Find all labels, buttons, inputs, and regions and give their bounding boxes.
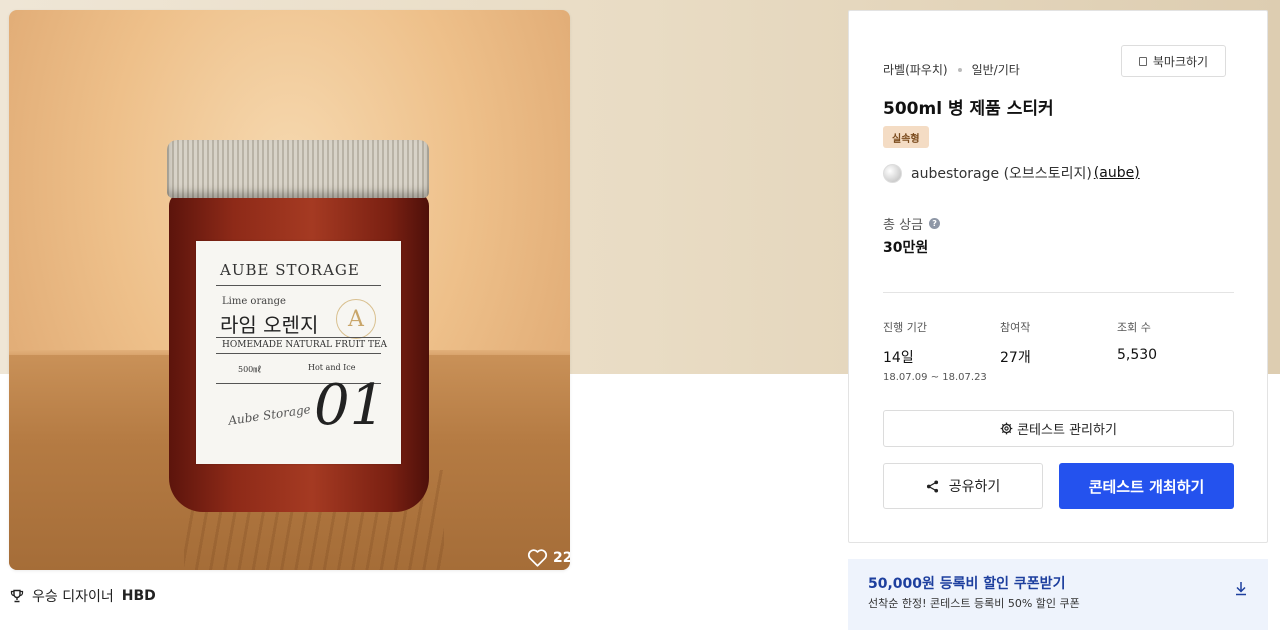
host-contest-button[interactable]: 콘테스트 개최하기 bbox=[1059, 463, 1234, 509]
download-icon[interactable] bbox=[1234, 581, 1248, 596]
stat-entries: 참여작 27개 bbox=[1000, 319, 1031, 367]
stat-period: 18.07.09 ~ 18.07.23 bbox=[883, 372, 987, 383]
winner-info: 우승 디자이너 HBD bbox=[10, 586, 156, 606]
manage-contest-button[interactable]: 콘테스트 관리하기 bbox=[883, 410, 1234, 447]
product-image[interactable]: AUBE STORAGE Lime orange 라임 오렌지 A HOMEMA… bbox=[9, 10, 570, 570]
bookmark-label: 북마크하기 bbox=[1152, 54, 1209, 69]
winner-name[interactable]: HBD bbox=[122, 588, 156, 604]
share-icon bbox=[926, 479, 938, 493]
host-info: aubestorage (오브스토리지) (aube) bbox=[883, 163, 1140, 183]
heart-icon bbox=[527, 549, 548, 567]
label-tagline: HOMEMADE NATURAL FRUIT TEA bbox=[222, 340, 388, 350]
share-label: 공유하기 bbox=[948, 479, 1001, 495]
label-brand: AUBE STORAGE bbox=[220, 261, 360, 279]
label-serve: Hot and Ice bbox=[308, 363, 356, 372]
label-flavor-en: Lime orange bbox=[222, 296, 286, 307]
label-rule bbox=[216, 285, 381, 286]
prize-label-text: 총 상금 bbox=[883, 218, 924, 233]
label-signature: Aube Storage bbox=[227, 402, 312, 428]
label-emblem: A bbox=[336, 299, 376, 339]
host-name: aubestorage (오브스토리지) bbox=[911, 166, 1092, 182]
label-flavor-ko: 라임 오렌지 bbox=[220, 313, 319, 337]
prize-label: 총 상금 ? bbox=[883, 214, 941, 233]
stat-value: 27개 bbox=[1000, 350, 1031, 366]
coupon-title: 50,000원 등록비 할인 쿠폰받기 bbox=[868, 576, 1066, 592]
contest-info-card: 라벨(파우치) 일반/기타 북마크하기 500ml 병 제품 스티커 실속형 a… bbox=[848, 10, 1268, 543]
contest-title: 500ml 병 제품 스티커 bbox=[883, 99, 1054, 119]
breadcrumb: 라벨(파우치) 일반/기타 bbox=[883, 61, 1020, 78]
stat-duration: 진행 기간 14일 18.07.09 ~ 18.07.23 bbox=[883, 319, 987, 383]
gear-icon bbox=[1000, 422, 1013, 435]
type-badge: 실속형 bbox=[883, 126, 929, 148]
stat-label: 참여작 bbox=[1000, 321, 1031, 334]
winner-prefix: 우승 디자이너 bbox=[32, 589, 114, 605]
label-number: 01 bbox=[314, 373, 386, 438]
bookmark-icon bbox=[1138, 56, 1147, 66]
jar-label: AUBE STORAGE Lime orange 라임 오렌지 A HOMEMA… bbox=[196, 241, 401, 464]
stat-views: 조회 수 5,530 bbox=[1117, 319, 1157, 363]
label-rule bbox=[216, 353, 381, 354]
trophy-icon bbox=[10, 589, 24, 603]
jar-lid bbox=[167, 140, 429, 198]
divider bbox=[883, 292, 1234, 293]
stat-label: 조회 수 bbox=[1117, 321, 1151, 334]
stat-value: 5,530 bbox=[1117, 347, 1158, 363]
host-avatar bbox=[883, 163, 902, 183]
prize-value: 30만원 bbox=[883, 240, 929, 256]
breadcrumb-separator bbox=[957, 67, 962, 72]
bookmark-button[interactable]: 북마크하기 bbox=[1121, 45, 1226, 77]
like-count: 22 bbox=[553, 549, 570, 566]
breadcrumb-subcategory[interactable]: 일반/기타 bbox=[972, 61, 1020, 78]
breadcrumb-category[interactable]: 라벨(파우치) bbox=[883, 61, 948, 78]
stat-label: 진행 기간 bbox=[883, 321, 927, 334]
label-size: 500㎖ bbox=[238, 365, 262, 374]
manage-contest-label: 콘테스트 관리하기 bbox=[1017, 423, 1117, 438]
stat-value: 14일 bbox=[883, 350, 914, 366]
help-icon[interactable]: ? bbox=[929, 218, 941, 229]
coupon-banner[interactable]: 50,000원 등록비 할인 쿠폰받기 선착순 한정! 콘테스트 등록비 50%… bbox=[848, 559, 1268, 630]
coupon-description: 선착순 한정! 콘테스트 등록비 50% 할인 쿠폰 bbox=[868, 597, 1080, 610]
share-button[interactable]: 공유하기 bbox=[883, 463, 1043, 509]
host-handle-link[interactable]: (aube) bbox=[1094, 165, 1140, 181]
like-button[interactable]: 22 bbox=[527, 548, 570, 567]
label-rule bbox=[216, 337, 381, 338]
